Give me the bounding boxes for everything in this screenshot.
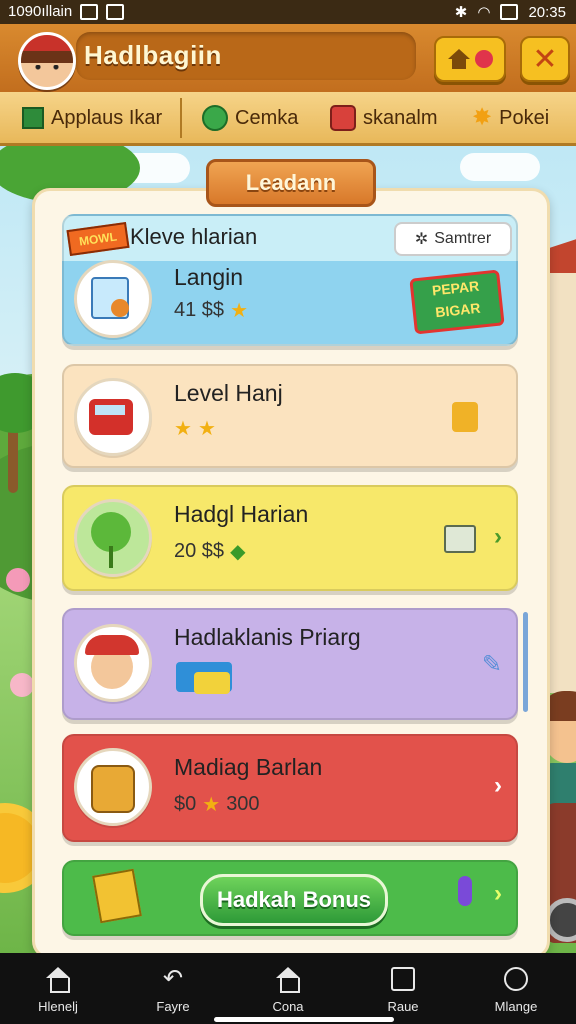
- nav-item-recent[interactable]: Raue: [363, 963, 443, 1014]
- app-header: Hadlbagiin ✕: [0, 24, 576, 95]
- new-tag: MOWL: [66, 221, 130, 257]
- home-icon: [45, 967, 71, 993]
- tab-label: Applaus Ikar: [51, 106, 163, 129]
- nav-label: Raue: [387, 999, 419, 1014]
- close-icon: ✕: [532, 42, 558, 76]
- bonus-card: Hadkah Bonus ›: [62, 860, 518, 936]
- featured-banner-card[interactable]: MOWL Kleve hlarian ✲ Samtrer Langin 41 $…: [62, 214, 518, 346]
- nav-label: Cona: [272, 999, 304, 1014]
- notification-badge-icon: [475, 50, 493, 68]
- home-outline-icon: [275, 967, 301, 993]
- summer-button-label: Samtrer: [434, 230, 492, 247]
- list-item[interactable]: Madiag Barlan $0 ★ 300 ›: [62, 734, 518, 842]
- tab-label: Pokei: [499, 106, 550, 129]
- chevron-right-icon: ›: [494, 523, 502, 550]
- star-icon: ★: [230, 300, 248, 322]
- image-icon: [106, 3, 125, 20]
- star-icon: ★: [202, 794, 221, 816]
- list-item-value-row: 20 $$ ◆: [174, 539, 245, 564]
- nav-label: Mlange: [494, 999, 538, 1014]
- girl-avatar-icon: [74, 624, 152, 702]
- list-item-value: 20 $$: [174, 540, 225, 562]
- gift-icon: [330, 105, 356, 131]
- list-item-name: Madiag Barlan: [174, 754, 323, 780]
- tab-cemka[interactable]: Cemka: [202, 102, 298, 134]
- star-icon: ★: [174, 418, 192, 440]
- banner-item-score: 41 $$: [174, 299, 225, 321]
- plant-icon: [74, 499, 152, 577]
- banner-title: Kleve hlarian: [130, 224, 258, 249]
- list-item-name: Hadlaklanis Priarg: [174, 624, 361, 650]
- status-left-text: 1090ıllain: [8, 3, 73, 20]
- globe-icon: [202, 105, 228, 131]
- tab-divider: [180, 98, 182, 138]
- list-item-value-secondary: 300: [226, 793, 260, 815]
- gesture-bar[interactable]: [214, 1017, 394, 1022]
- status-time: 20:35: [528, 3, 566, 21]
- grid-icon: [22, 107, 44, 129]
- book-icon: [74, 260, 152, 338]
- envelope-icon: [92, 868, 142, 924]
- honey-jar-icon: [74, 748, 152, 826]
- list-item[interactable]: Level Hanj ★ ★: [62, 364, 518, 468]
- list-item-name: Hadgl Harian: [174, 501, 309, 527]
- shopping-bag-icon: [452, 402, 478, 432]
- panel-title: Leadann: [206, 159, 376, 207]
- nav-label: Fayre: [156, 999, 190, 1014]
- bluetooth-icon: ✱: [454, 4, 468, 21]
- home-button[interactable]: [434, 36, 506, 82]
- star-icon: ★: [197, 418, 216, 440]
- page-title: Hadlbagiin: [84, 40, 222, 70]
- clock-icon: [504, 967, 528, 991]
- tab-label: skanalm: [363, 106, 438, 129]
- square-icon: [391, 967, 415, 991]
- nav-item-center[interactable]: Cona: [248, 963, 328, 1014]
- chevron-right-icon[interactable]: ›: [494, 880, 502, 908]
- bus-icon: [74, 378, 152, 456]
- tab-applaus[interactable]: Applaus Ikar: [22, 102, 162, 134]
- tab-bar: Applaus Ikar Cemka skanalm ✸ Pokei: [0, 92, 576, 146]
- nav-item-back[interactable]: ↶ Fayre: [133, 963, 213, 1015]
- tab-pokei[interactable]: ✸ Pokei: [472, 102, 549, 134]
- list-item-value-row: $0 ★ 300: [174, 792, 260, 817]
- star-icon: ✸: [472, 104, 493, 131]
- leaf-icon: ◆: [230, 541, 246, 563]
- pencil-icon: ✎: [481, 651, 502, 678]
- status-bar: 1090ıllain ✱ ◠ 20:35: [0, 0, 576, 24]
- avatar[interactable]: [18, 32, 76, 90]
- banner-item-score-row: 41 $$ ★: [174, 298, 248, 323]
- nav-label: Hlenelj: [38, 999, 78, 1014]
- list-item-name: Level Hanj: [174, 380, 283, 406]
- notification-icon: [80, 3, 99, 20]
- bonus-button[interactable]: Hadkah Bonus: [200, 874, 388, 926]
- nav-item-home[interactable]: Hlenelj: [18, 963, 98, 1014]
- chevron-right-icon: ›: [494, 772, 502, 799]
- list-item-stars: ★ ★: [174, 416, 216, 441]
- battery-icon: [500, 4, 519, 20]
- list-item[interactable]: Hadgl Harian 20 $$ ◆ ›: [62, 485, 518, 591]
- back-icon: ↶: [162, 965, 184, 992]
- scrollbar[interactable]: [523, 612, 528, 712]
- tab-skanalm[interactable]: skanalm: [330, 102, 437, 134]
- nav-item-settings[interactable]: Mlange: [476, 963, 556, 1014]
- summer-button[interactable]: ✲ Samtrer: [394, 222, 512, 256]
- close-button[interactable]: ✕: [520, 36, 570, 82]
- settings-icon: ✲: [414, 231, 429, 248]
- home-icon: [447, 49, 471, 69]
- list-item-value: $0: [174, 793, 197, 815]
- screen-icon: [444, 525, 476, 553]
- list-item[interactable]: Hadlaklanis Priarg ✎: [62, 608, 518, 720]
- reward-pack-icon[interactable]: PEPAR BIGAR: [409, 269, 505, 335]
- key-icon: [458, 876, 472, 906]
- wifi-icon: ◠: [477, 4, 491, 21]
- tab-label: Cemka: [235, 106, 299, 129]
- bottom-navigation: Hlenelj ↶ Fayre Cona Raue Mlange: [0, 953, 576, 1024]
- banner-item-name: Langin: [174, 264, 244, 290]
